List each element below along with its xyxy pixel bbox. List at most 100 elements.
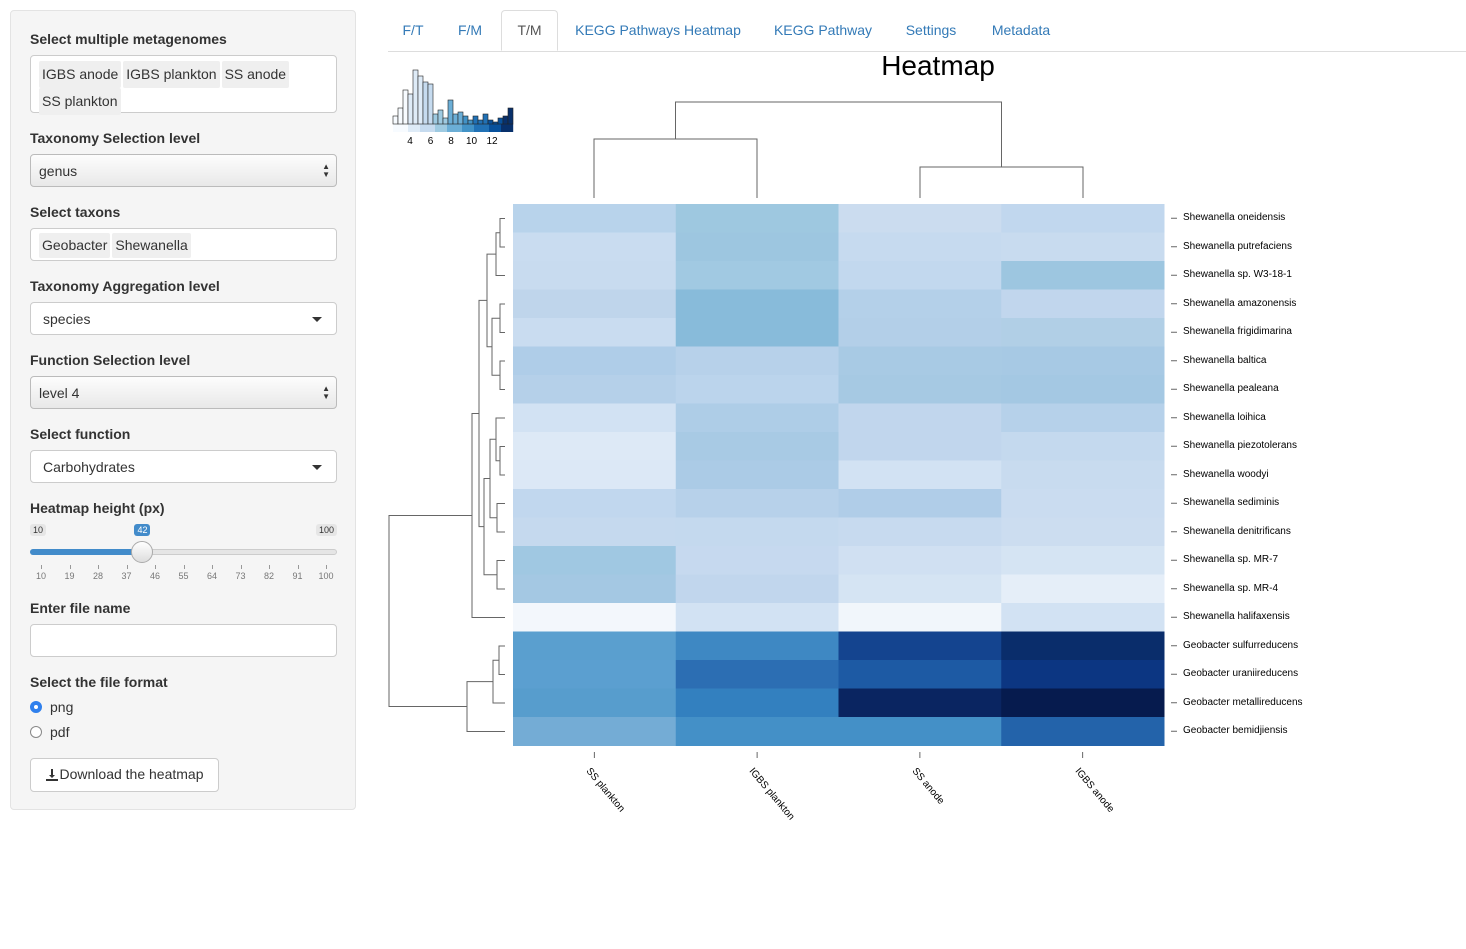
slider-tick-mark — [212, 565, 213, 569]
heatmap-cell — [838, 660, 1002, 689]
heatmap-cell — [1001, 261, 1165, 290]
color-key-gradient — [405, 124, 409, 132]
color-key-bar — [402, 89, 409, 125]
heatmap-cell — [1001, 660, 1165, 689]
color-key-gradient — [504, 124, 508, 132]
slider-tick-mark — [69, 565, 71, 569]
taxonomy-aggregation-select[interactable]: species — [30, 302, 337, 335]
taxon-chip[interactable]: Geobacter — [39, 233, 111, 258]
pdf-radio-label[interactable]: pdf — [50, 724, 69, 740]
color-key-gradient — [468, 124, 472, 132]
row-label: Shewanella denitrificans — [1183, 525, 1291, 537]
slider-max-badge: 100 — [315, 524, 337, 536]
slider-tick-label: 55 — [178, 571, 189, 581]
heatmap-cell — [513, 403, 677, 433]
heatmap-cell — [1001, 403, 1165, 433]
slider-value-badge: 42 — [134, 524, 151, 536]
color-key-gradient — [435, 124, 439, 132]
taxonomy-selection-value: genus — [39, 163, 78, 179]
heatmap-cell — [513, 546, 677, 575]
tab-kegg-pathway[interactable]: KEGG Pathway — [762, 10, 884, 50]
tab-f-t[interactable]: F/T — [388, 10, 438, 50]
row-label: Shewanella woodyi — [1183, 468, 1269, 480]
slider-tick-mark — [155, 565, 156, 569]
heatmap-cell — [513, 460, 677, 490]
row-label: Geobacter bemidjiensis — [1183, 725, 1288, 737]
slider-handle[interactable] — [131, 541, 154, 563]
color-key-gradient — [450, 124, 454, 132]
color-key-bar — [492, 121, 499, 125]
png-radio-label[interactable]: png — [50, 699, 73, 715]
heatmap-cell — [838, 232, 1002, 262]
taxonomy-selection-label: Taxonomy Selection level — [30, 130, 201, 146]
color-key-gradient — [456, 124, 460, 132]
color-key-gradient — [444, 124, 448, 132]
metagenomes-multiselect[interactable]: IGBS anode IGBS plankton SS anode SS plankt… — [30, 55, 337, 115]
color-key-gradient — [408, 124, 412, 132]
slider-tick-mark — [326, 565, 327, 569]
heatmap-cell — [838, 261, 1002, 290]
color-key-gradient — [501, 124, 505, 132]
color-key-bar — [417, 75, 424, 125]
tab-kegg-pathways-heatmap[interactable]: KEGG Pathways Heatmap — [564, 10, 752, 50]
color-key-gradient — [411, 124, 415, 132]
row-label: Shewanella piezotolerans — [1183, 440, 1297, 452]
color-key-gradient — [441, 124, 445, 132]
metagenomes-label: Select multiple metagenomes — [30, 31, 227, 47]
pdf-radio[interactable] — [30, 726, 42, 738]
metagenome-chip[interactable]: SS plankton — [39, 88, 121, 115]
heatmap-height-slider[interactable]: 10 100 42 10 19 28 37 46 55 64 73 82 91 100 — [30, 521, 337, 581]
heatmap-cell — [1001, 603, 1165, 632]
color-key-gradient — [393, 124, 397, 132]
taxons-multiselect[interactable]: Geobacter Shewanella — [30, 228, 337, 261]
metagenome-chip[interactable]: IGBS plankton — [123, 61, 220, 88]
metagenome-chip[interactable]: SS anode — [221, 61, 290, 88]
heatmap-cell — [513, 660, 677, 689]
heatmap-cell — [838, 204, 1002, 233]
slider-tick-label: 82 — [263, 571, 275, 581]
slider-tick-label: 46 — [149, 571, 161, 581]
heatmap-cell — [838, 403, 1002, 433]
slider-tick-label: 37 — [121, 571, 132, 581]
taxonomy-selection-select[interactable]: genus ▲ ▼ — [30, 154, 337, 187]
color-key-gradient — [447, 124, 451, 132]
tab-f-m[interactable]: F/M — [444, 10, 496, 50]
metagenome-chip[interactable]: IGBS anode — [39, 61, 122, 88]
tab-metadata[interactable]: Metadata — [980, 10, 1062, 50]
file-name-label: Enter file name — [30, 600, 131, 616]
color-key-gradient — [492, 124, 496, 132]
heatmap-cell — [675, 574, 839, 604]
heatmap-cell — [675, 232, 839, 262]
color-key-gradient — [507, 124, 511, 132]
tab-t-m[interactable]: T/M — [501, 10, 558, 51]
row-label: Shewanella sp. MR-7 — [1183, 554, 1279, 566]
color-key-bar — [427, 83, 434, 125]
slider-fill — [30, 549, 143, 555]
slider-tick-mark — [41, 565, 42, 569]
color-key-gradient — [471, 124, 475, 132]
color-key-gradient — [510, 124, 514, 132]
row-dendrogram — [388, 218, 505, 732]
taxon-chip[interactable]: Shewanella — [112, 233, 191, 258]
heatmap-title: Heatmap — [881, 50, 995, 81]
color-key: 4 6 8 10 12 — [392, 69, 514, 147]
color-key-gradient — [423, 124, 427, 132]
png-radio[interactable] — [30, 701, 42, 713]
function-selection-select[interactable]: level 4 ▲ ▼ — [30, 376, 337, 409]
tab-settings[interactable]: Settings — [894, 10, 968, 50]
color-key-bar — [422, 81, 429, 125]
heatmap-cell — [838, 688, 1002, 718]
function-select[interactable]: Carbohydrates — [30, 450, 337, 483]
heatmap-cell — [675, 403, 839, 433]
color-key-gradient — [486, 124, 490, 132]
heatmap-cell — [675, 546, 839, 575]
download-heatmap-button[interactable]: Download the heatmap — [30, 758, 219, 792]
color-key-bar — [452, 113, 459, 125]
color-key-gradient — [396, 124, 400, 132]
heatmap-cell — [838, 346, 1002, 376]
color-key-tick-label: 12 — [486, 136, 498, 147]
heatmap-cell — [675, 517, 839, 547]
heatmap-cell — [513, 574, 677, 604]
file-name-input[interactable] — [30, 624, 337, 657]
row-label: Geobacter uraniireducens — [1183, 668, 1299, 680]
